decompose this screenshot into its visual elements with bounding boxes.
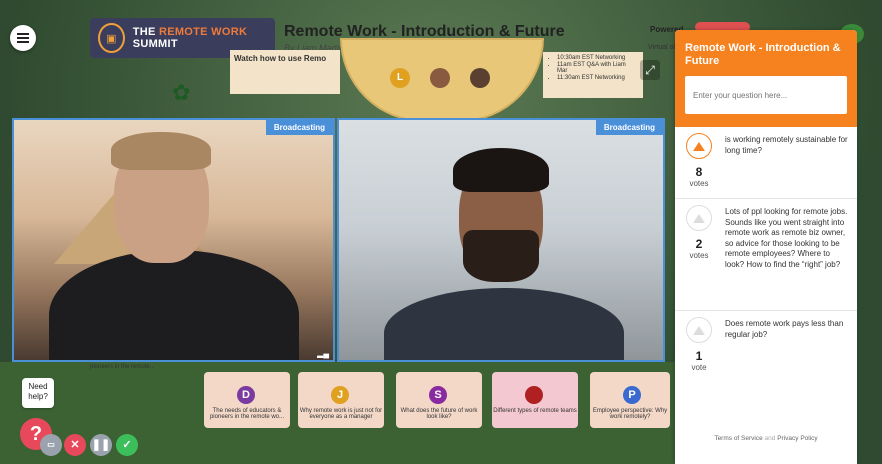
qa-footer: Terms of Service and Privacy Policy <box>675 435 857 442</box>
table-card[interactable]: D The needs of educators & pioneers in t… <box>204 372 290 428</box>
table-caption: The needs of educators & pioneers in the… <box>209 408 285 420</box>
camera-icon[interactable]: ▭ <box>40 434 62 456</box>
upvote-button[interactable] <box>686 317 712 343</box>
check-icon[interactable]: ✓ <box>116 434 138 456</box>
question-text: Does remote work pays less than regular … <box>725 319 844 339</box>
upvote-icon <box>693 213 705 223</box>
privacy-link[interactable]: Privacy Policy <box>777 435 817 442</box>
broadcast-video-right[interactable]: Broadcasting <box>337 118 665 362</box>
terms-link[interactable]: Terms of Service <box>714 435 762 442</box>
table-card[interactable]: Different types of remote teams <box>492 372 578 428</box>
menu-button[interactable] <box>10 25 36 51</box>
broadcasting-badge: Broadcasting <box>595 120 663 135</box>
signal-icon: ▂▄ <box>317 349 329 358</box>
plant-decoration-icon: ✿ <box>172 80 191 105</box>
vote-count: 2 <box>695 237 703 251</box>
vote-label: votes <box>689 179 709 188</box>
question-input[interactable] <box>685 76 847 114</box>
table-card[interactable]: J Why remote work is just not for everyo… <box>298 372 384 428</box>
help-tooltip-line1: Need <box>28 382 48 391</box>
vote-label: vote <box>691 363 707 372</box>
vote-label: votes <box>689 251 709 260</box>
close-icon[interactable]: ✕ <box>64 434 86 456</box>
table-letter: J <box>331 386 349 404</box>
schedule-item: 10:30am EST Networking <box>557 55 637 61</box>
broadcast-video-left[interactable]: Broadcasting ▂▄ <box>12 118 335 362</box>
virtual-label: Virtual ol <box>648 44 676 51</box>
question-text: is working remotely sustainable for long… <box>725 135 848 155</box>
summit-prefix: THE <box>132 26 156 38</box>
question-item: 1 vote Does remote work pays less than r… <box>675 311 857 381</box>
upvote-icon <box>693 325 705 335</box>
table-caption: Employee perspective: Why work remotely? <box>592 408 668 420</box>
fullscreen-icon[interactable]: ⤢ <box>640 60 660 80</box>
qa-panel: Remote Work - Introduction & Future 8 vo… <box>675 30 857 464</box>
question-item: 8 votes is working remotely sustainable … <box>675 127 857 199</box>
attendee-avatar[interactable] <box>430 68 450 88</box>
footer-and: and <box>764 435 776 442</box>
how-to-sign[interactable]: Watch how to use Remo <box>230 50 340 94</box>
table-caption: What does the future of work look like? <box>400 408 478 420</box>
how-to-sign-text: Watch how to use Remo <box>234 54 327 63</box>
upvote-button[interactable] <box>686 133 712 159</box>
table-caption: Different types of remote teams <box>493 408 577 414</box>
qa-header: Remote Work - Introduction & Future <box>675 30 857 127</box>
summit-logo-icon: ▣ <box>98 23 125 53</box>
pause-icon[interactable]: ❚❚ <box>90 434 112 456</box>
broadcasting-badge: Broadcasting <box>265 120 333 135</box>
table-caption: pioneers in the remote... <box>90 364 155 370</box>
table-caption: Why remote work is just not for everyone… <box>299 408 383 420</box>
vote-count: 8 <box>695 165 703 179</box>
help-tooltip-line2: help? <box>28 392 48 401</box>
summit-accent: REMOTE WORK <box>158 26 248 38</box>
upvote-icon <box>693 141 705 151</box>
attendee-avatar[interactable] <box>470 68 490 88</box>
schedule-item: 11am EST Q&A with Liam Mar <box>557 62 637 74</box>
vote-count: 1 <box>695 349 703 363</box>
table-letter: D <box>237 386 255 404</box>
table-card[interactable]: P Employee perspective: Why work remotel… <box>590 372 670 428</box>
table-letter <box>525 386 543 404</box>
table-card[interactable]: S What does the future of work look like… <box>396 372 482 428</box>
question-item: 2 votes Lots of ppl looking for remote j… <box>675 199 857 311</box>
schedule-board: 10:30am EST Networking 11am EST Q&A with… <box>543 52 643 98</box>
schedule-item: 11:30am EST Networking <box>557 75 637 81</box>
upvote-button[interactable] <box>686 205 712 231</box>
table-letter: S <box>429 386 447 404</box>
attendee-avatar[interactable]: L <box>390 68 410 88</box>
help-tooltip: Need help? <box>22 378 54 408</box>
hamburger-icon <box>17 33 29 43</box>
question-text: Lots of ppl looking for remote jobs. Sou… <box>725 207 848 269</box>
table-letter: P <box>623 386 641 404</box>
qa-title: Remote Work - Introduction & Future <box>685 42 841 67</box>
summit-suffix: SUMMIT <box>132 38 178 50</box>
